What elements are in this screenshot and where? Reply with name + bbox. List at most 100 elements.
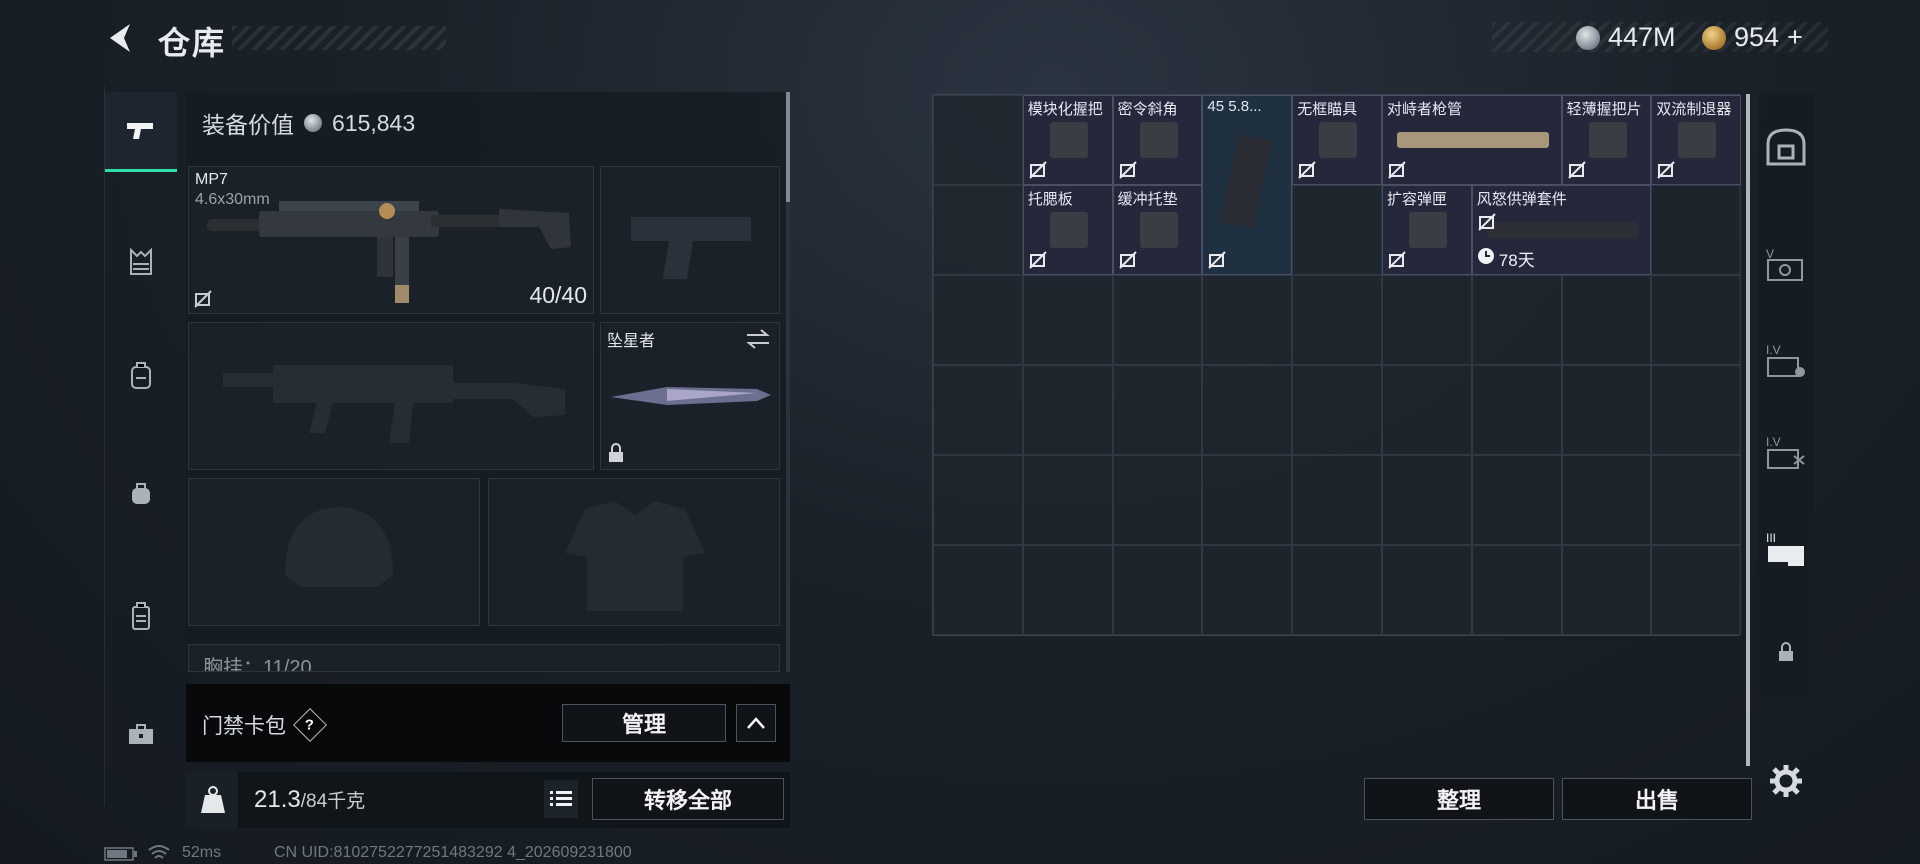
storage-item[interactable]: 密令斜角	[1112, 95, 1203, 185]
storage-cell[interactable]	[1292, 365, 1382, 455]
ping-readout: 52ms	[182, 844, 222, 861]
gold-plus-icon[interactable]: +	[1787, 22, 1803, 53]
storage-cell[interactable]	[933, 455, 1023, 545]
storage-cell[interactable]	[1202, 365, 1293, 455]
lock-icon	[1779, 642, 1793, 661]
category-canister[interactable]	[105, 576, 177, 656]
category-backpack[interactable]	[105, 336, 177, 416]
storage-cell[interactable]	[933, 275, 1023, 365]
storage-cell[interactable]	[1561, 545, 1652, 635]
storage-cell[interactable]	[1471, 545, 1562, 635]
bound-item-icon	[1118, 250, 1138, 270]
keycard-header: 门禁卡包 ?	[202, 708, 327, 742]
storage-cell[interactable]	[1561, 365, 1652, 455]
bound-item-icon	[1207, 250, 1227, 270]
storage-cell[interactable]	[1112, 455, 1203, 545]
chest-rig-row[interactable]: 胸挂：11/20	[188, 644, 780, 672]
silver-currency[interactable]: 447M	[1576, 22, 1676, 53]
storage-cell[interactable]	[1651, 545, 1742, 635]
storage-cell[interactable]	[1292, 545, 1382, 635]
storage-cell[interactable]	[1651, 275, 1742, 365]
storage-cell[interactable]	[1382, 275, 1472, 365]
primary-weapon-slot[interactable]: MP7 4.6x30mm 40/40	[188, 166, 594, 314]
storage-cell[interactable]	[1202, 275, 1293, 365]
storage-cell[interactable]	[1022, 455, 1113, 545]
storage-cell[interactable]	[933, 95, 1023, 185]
storage-cell[interactable]	[1561, 275, 1652, 365]
back-arrow-icon[interactable]	[104, 20, 140, 56]
item-image	[1486, 222, 1639, 238]
storage-item[interactable]: 扩容弹匣	[1382, 185, 1472, 275]
storage-cell[interactable]	[1471, 455, 1562, 545]
body-armor-slot[interactable]	[488, 478, 780, 626]
storage-cell[interactable]	[1471, 365, 1562, 455]
storage-item[interactable]: 对峙者枪管	[1382, 95, 1562, 185]
collapse-button[interactable]	[736, 704, 776, 742]
storage-item[interactable]: 无框瞄具	[1292, 95, 1382, 185]
storage-cell[interactable]	[933, 365, 1023, 455]
storage-cell[interactable]	[1292, 275, 1382, 365]
v-case-icon: V	[1766, 247, 1803, 281]
clock-icon	[1477, 247, 1495, 270]
svg-text:V: V	[1766, 247, 1774, 261]
storage-cell[interactable]	[1112, 365, 1203, 455]
helmet-slot[interactable]	[188, 478, 480, 626]
storage-cell[interactable]	[1651, 365, 1742, 455]
swap-icon[interactable]	[745, 329, 771, 349]
help-icon[interactable]: ?	[293, 708, 327, 742]
category-bag[interactable]	[105, 454, 177, 534]
storage-cell[interactable]	[1202, 545, 1293, 635]
category-toolbox[interactable]	[105, 694, 177, 774]
secondary-weapon-slot[interactable]	[188, 322, 594, 470]
storage-cell[interactable]	[1022, 365, 1113, 455]
storage-item[interactable]: 双流制退器	[1651, 95, 1742, 185]
storage-cell[interactable]	[1382, 455, 1472, 545]
storage-cell[interactable]	[1561, 455, 1652, 545]
storage-scrollbar-thumb[interactable]	[1746, 94, 1750, 766]
kg-weight-icon	[201, 786, 225, 813]
weight-readout: 21.3/84千克	[254, 786, 365, 814]
storage-cell[interactable]	[1651, 185, 1742, 275]
storage-cell[interactable]	[1112, 275, 1203, 365]
transfer-all-button[interactable]: 转移全部	[592, 778, 784, 820]
rail-case-v[interactable]: V	[1758, 236, 1814, 296]
item-image	[1409, 212, 1447, 248]
storage-cell[interactable]	[1202, 455, 1293, 545]
list-view-button[interactable]	[544, 780, 578, 818]
storage-item[interactable]: 缓冲托垫	[1112, 185, 1203, 275]
category-weapon[interactable]	[105, 92, 177, 172]
gold-currency[interactable]: 954 +	[1702, 22, 1803, 53]
storage-cell[interactable]	[1022, 545, 1113, 635]
storage-item[interactable]: 轻薄握把片	[1561, 95, 1652, 185]
sort-button[interactable]: 整理	[1364, 778, 1554, 820]
melee-slot[interactable]: 坠星者	[600, 322, 780, 470]
storage-cell[interactable]	[933, 545, 1023, 635]
storage-cell[interactable]	[1382, 365, 1472, 455]
storage-cell[interactable]	[1292, 185, 1382, 275]
rail-locked-slot[interactable]	[1758, 632, 1814, 672]
storage-item[interactable]: 风怒供弹套件 78天	[1471, 185, 1652, 275]
bound-item-icon	[1477, 212, 1497, 232]
storage-cell[interactable]	[1651, 455, 1742, 545]
storage-cell[interactable]	[1292, 455, 1382, 545]
sell-button[interactable]: 出售	[1562, 778, 1752, 820]
storage-cell[interactable]	[1382, 545, 1472, 635]
loadout-scrollbar-thumb[interactable]	[786, 92, 790, 202]
knife-image	[611, 387, 771, 405]
category-armor[interactable]	[105, 222, 177, 302]
storage-cell[interactable]	[1471, 275, 1562, 365]
storage-cell[interactable]	[1112, 545, 1203, 635]
sidearm-slot[interactable]	[600, 166, 780, 314]
storage-item[interactable]: 模块化握把	[1022, 95, 1113, 185]
storage-cell[interactable]	[1022, 275, 1113, 365]
storage-item[interactable]: 45 5.8...	[1202, 95, 1293, 275]
storage-cell[interactable]	[933, 185, 1023, 275]
rail-case-iv-a[interactable]: I.V	[1758, 332, 1814, 392]
storage-item[interactable]: 托腮板	[1022, 185, 1113, 275]
manage-button[interactable]: 管理	[562, 704, 726, 742]
settings-button[interactable]	[1758, 758, 1814, 804]
chevron-up-icon	[747, 717, 765, 729]
rail-case-iv-b[interactable]: I.V	[1758, 424, 1814, 484]
rail-safe-box[interactable]	[1758, 116, 1814, 176]
rail-case-iii[interactable]: III	[1758, 520, 1814, 580]
